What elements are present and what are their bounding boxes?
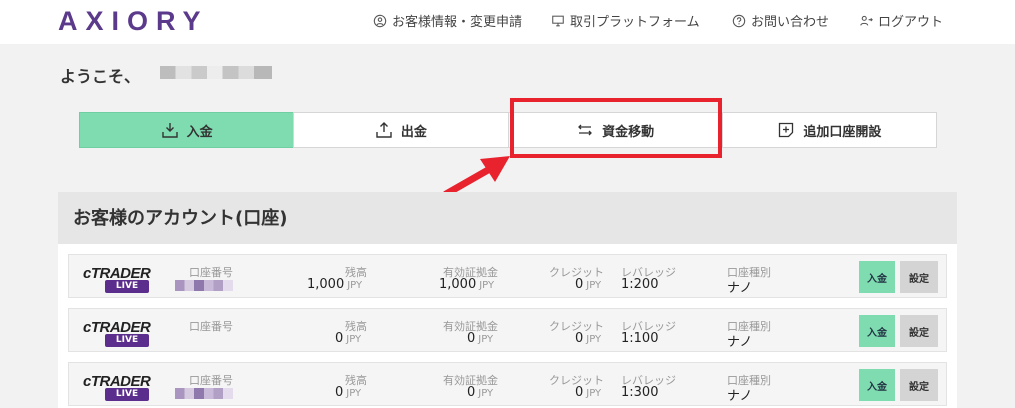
credit-value: 0 JPY: [575, 277, 602, 292]
highlight-box: [510, 98, 722, 158]
accounts-panel-title: お客様のアカウント(口座): [58, 192, 957, 244]
nav-contact-label: お問い合わせ: [751, 15, 830, 30]
account-type-value: ナノ: [727, 335, 753, 350]
nav-trading-platform[interactable]: 取引プラットフォーム: [551, 11, 700, 30]
leverage-value: 1:100: [621, 331, 659, 346]
redacted-username: [160, 66, 272, 79]
balance-value: 0 JPY: [335, 331, 362, 346]
account-type-value: ナノ: [727, 281, 753, 296]
action-tabs: 入金 出金 資金移動 追加口座開設: [79, 112, 937, 148]
nav-contact[interactable]: お問い合わせ: [732, 11, 829, 30]
masked-account-number: [175, 280, 233, 291]
top-header: AXIORY お客様情報・変更申請 取引プラットフォーム お問い合わせ ログアウ…: [0, 0, 1015, 44]
user-circle-icon: [373, 14, 387, 27]
account-number-label: 口座番号: [189, 374, 233, 387]
deposit-button[interactable]: 入金: [859, 261, 895, 293]
credit-value: 0 JPY: [575, 331, 602, 346]
account-list: cTRADER LIVE 口座番号 残高 1,000 JPY 有効証拠金 1,00…: [58, 254, 957, 406]
settings-button[interactable]: 設定: [900, 369, 938, 401]
credit-value: 0 JPY: [575, 385, 602, 400]
nav-logout[interactable]: ログアウト: [859, 11, 943, 30]
account-row: cTRADER LIVE 口座番号 残高 1,000 JPY 有効証拠金 1,00…: [68, 254, 947, 298]
welcome-greeting: ようこそ、: [60, 67, 141, 86]
axiory-logo[interactable]: AXIORY: [58, 6, 209, 37]
question-circle-icon: [732, 14, 746, 27]
equity-value: 1,000 JPY: [439, 277, 495, 292]
tab-open-additional-account-label: 追加口座開設: [803, 124, 882, 140]
live-badge: LIVE: [105, 280, 149, 293]
deposit-icon: [161, 123, 178, 138]
balance-value: 1,000 JPY: [307, 277, 363, 292]
logout-icon: [860, 15, 873, 26]
accounts-panel: お客様のアカウント(口座) cTRADER LIVE 口座番号 残高 1,000…: [58, 192, 957, 408]
equity-value: 0 JPY: [467, 385, 494, 400]
nav-customer-info[interactable]: お客様情報・変更申請: [373, 11, 522, 30]
ctrader-logo: cTRADER LIVE: [83, 373, 155, 403]
leverage-value: 1:300: [621, 385, 659, 400]
nav-trading-platform-label: 取引プラットフォーム: [570, 15, 700, 30]
deposit-button[interactable]: 入金: [859, 369, 895, 401]
account-number-label: 口座番号: [189, 320, 233, 333]
tab-withdraw[interactable]: 出金: [293, 112, 509, 148]
equity-value: 0 JPY: [467, 331, 494, 346]
leverage-value: 1:200: [621, 277, 659, 292]
account-type-value: ナノ: [727, 389, 753, 404]
account-row: cTRADER LIVE 口座番号 残高 0 JPY 有効証拠金 0 JPY クレジ…: [68, 308, 947, 352]
settings-button[interactable]: 設定: [900, 315, 938, 347]
ctrader-logo: cTRADER LIVE: [83, 319, 155, 349]
tab-withdraw-label: 出金: [400, 124, 427, 140]
live-badge: LIVE: [105, 388, 149, 401]
deposit-button[interactable]: 入金: [859, 315, 895, 347]
live-badge: LIVE: [105, 334, 149, 347]
account-number-label: 口座番号: [189, 266, 233, 279]
nav-customer-info-label: お客様情報・変更申請: [392, 15, 523, 30]
account-row: cTRADER LIVE 口座番号 残高 0 JPY 有効証拠金 0 JPY クレジ…: [68, 362, 947, 406]
tab-deposit-label: 入金: [186, 124, 213, 140]
ctrader-logo: cTRADER LIVE: [83, 265, 155, 295]
nav-logout-label: ログアウト: [878, 15, 944, 30]
masked-account-number: [175, 388, 233, 399]
tab-open-additional-account[interactable]: 追加口座開設: [721, 112, 937, 148]
settings-button[interactable]: 設定: [900, 261, 938, 293]
tab-deposit[interactable]: 入金: [79, 112, 295, 148]
withdraw-icon: [376, 122, 392, 138]
monitor-icon: [552, 15, 564, 26]
add-account-icon: [779, 122, 794, 138]
balance-value: 0 JPY: [335, 385, 362, 400]
